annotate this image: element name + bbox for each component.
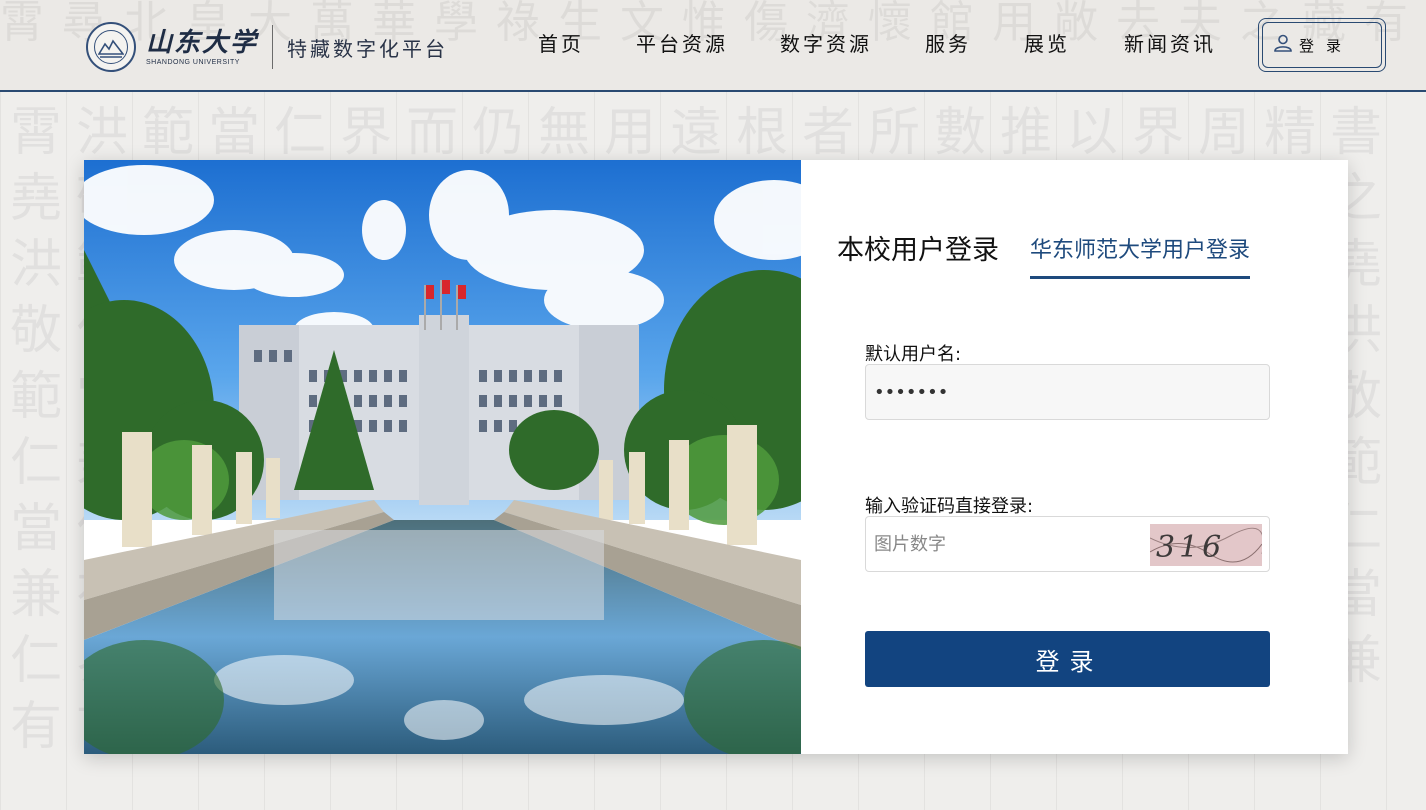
tab-ecnu-login[interactable]: 华东师范大学用户登录 [1030, 232, 1251, 279]
nav-item-home[interactable]: 首页 [538, 28, 584, 57]
nav-item-platform-resources[interactable]: 平台资源 [636, 28, 728, 57]
captcha-image[interactable]: 316 [1150, 524, 1262, 566]
nav-item-news[interactable]: 新闻资讯 [1124, 28, 1216, 57]
login-panel: 本校用户登录 华东师范大学用户登录 默认用户名: 输入验证码直接登录: 316 … [801, 160, 1348, 754]
university-name-cn: 山东大学 [146, 28, 259, 58]
university-name-en: SHANDONG UNIVERSITY [146, 59, 240, 66]
username-input[interactable] [865, 364, 1270, 420]
nav-item-digital-resources[interactable]: 数字资源 [780, 28, 872, 57]
captcha-label: 输入验证码直接登录: [865, 496, 1034, 517]
campus-photo [84, 160, 801, 754]
nav-item-services[interactable]: 服务 [925, 28, 971, 57]
user-icon [1273, 33, 1293, 57]
logo-divider [272, 25, 274, 69]
university-name: 山东大学 SHANDONG UNIVERSITY [146, 28, 258, 66]
platform-title: 特藏数字化平台 [287, 36, 449, 61]
tab-local-login[interactable]: 本校用户登录 [837, 228, 999, 267]
site-header: 霄尋北皇大萬華學祿生文惟傷濟懷館用敞去夫之藏有別霄尋北皇大萬華學祿生文惟傷濟懷館… [0, 0, 1426, 92]
login-submit-button[interactable]: 登录 [865, 631, 1270, 687]
nav-item-exhibitions[interactable]: 展览 [1024, 28, 1070, 57]
header-login-label: 登录 [1299, 36, 1354, 55]
login-card: 本校用户登录 华东师范大学用户登录 默认用户名: 输入验证码直接登录: 316 … [84, 160, 1348, 754]
university-logo[interactable]: 山东大学 SHANDONG UNIVERSITY 特藏数字化平台 [86, 22, 448, 72]
username-label: 默认用户名: [865, 344, 962, 365]
university-seal-icon [86, 22, 136, 72]
header-login-button[interactable]: 登录 [1258, 18, 1386, 72]
header-login-button-inner: 登录 [1262, 22, 1382, 68]
captcha-text: 316 [1156, 530, 1225, 565]
